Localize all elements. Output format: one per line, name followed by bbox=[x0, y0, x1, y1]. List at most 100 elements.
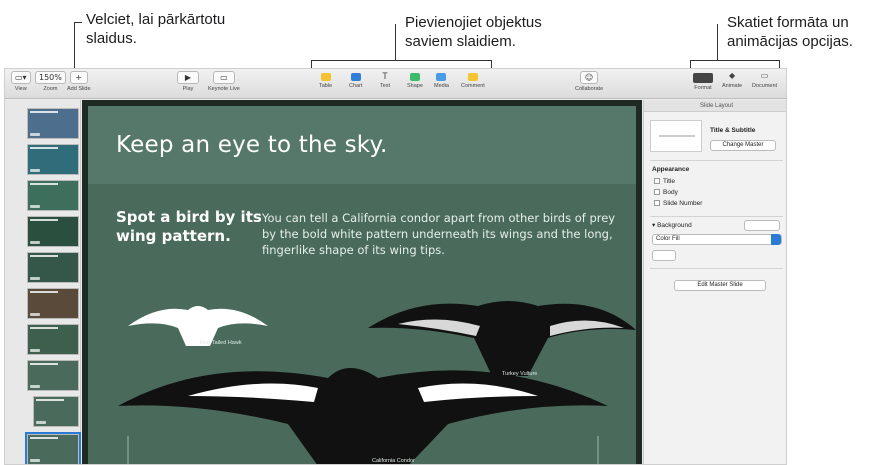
shape-label: Shape bbox=[407, 83, 423, 89]
edit-master-slide-button[interactable]: Edit Master Slide bbox=[674, 280, 766, 291]
keynote-live-button[interactable]: ▭ Keynote Live bbox=[208, 71, 240, 92]
chart-icon bbox=[350, 73, 361, 81]
select-arrow-icon bbox=[771, 234, 781, 245]
change-master-button[interactable]: Change Master bbox=[710, 140, 776, 151]
title-option[interactable]: Title bbox=[654, 178, 675, 185]
callout-add-pointer-v bbox=[395, 24, 396, 60]
table-label: Table bbox=[319, 83, 333, 89]
body-option[interactable]: Body bbox=[654, 189, 678, 196]
callout-add-objects-line1: Pievienojiet objektus bbox=[405, 14, 542, 31]
chart-label: Chart bbox=[349, 83, 363, 89]
media-button[interactable]: Media bbox=[434, 71, 449, 89]
screenshot-root: Velciet, lai pārkārtotu slaidus. Pievien… bbox=[0, 0, 879, 465]
vulture-label: Turkey Vulture bbox=[502, 371, 538, 377]
format-label: Format bbox=[694, 85, 712, 91]
callout-reorder: Velciet, lai pārkārtotu slaidus. bbox=[86, 10, 225, 48]
callout-reorder-line1: Velciet, lai pārkārtotu bbox=[86, 11, 226, 28]
title-checkbox[interactable] bbox=[654, 178, 660, 184]
divider bbox=[650, 268, 783, 269]
slide-number-checkbox[interactable] bbox=[654, 200, 660, 206]
callout-add-objects-line2: saviem slaidiem. bbox=[405, 33, 516, 50]
text-label: Text bbox=[380, 83, 391, 89]
slide-thumbnail[interactable] bbox=[27, 252, 79, 283]
callout-format-line1: Skatiet formāta un bbox=[727, 14, 849, 31]
table-button[interactable]: Table bbox=[319, 71, 332, 89]
table-icon bbox=[320, 73, 331, 81]
background-label: Background bbox=[657, 222, 692, 229]
zoom-control[interactable]: 150% Zoom bbox=[35, 71, 66, 92]
shape-icon bbox=[409, 73, 420, 81]
add-slide-button[interactable]: + Add Slide bbox=[67, 71, 91, 92]
callout-format-pointer-v bbox=[717, 24, 718, 60]
collaborate-icon: ☺ bbox=[580, 71, 599, 84]
comment-icon bbox=[467, 73, 478, 81]
condor-silhouette bbox=[118, 368, 608, 464]
body-checkbox[interactable] bbox=[654, 189, 660, 195]
animate-label: Animate bbox=[722, 83, 743, 89]
play-button[interactable]: ▶ Play bbox=[177, 71, 199, 92]
callout-add-pointer-h bbox=[311, 60, 492, 61]
document-label: Document bbox=[752, 83, 778, 89]
collaborate-label: Collaborate bbox=[575, 86, 604, 92]
callout-reorder-line2: slaidus. bbox=[86, 30, 137, 47]
appearance-heading: Appearance bbox=[652, 166, 690, 173]
chart-button[interactable]: Chart bbox=[349, 71, 362, 89]
slide-navigator[interactable] bbox=[5, 100, 81, 464]
callout-add-pointer-r bbox=[491, 60, 492, 68]
slide-thumbnail[interactable] bbox=[27, 360, 79, 391]
plus-icon: + bbox=[69, 71, 88, 84]
callout-format-pointer-r bbox=[779, 60, 780, 68]
play-icon: ▶ bbox=[177, 71, 199, 84]
fill-type-select[interactable]: Color Fill bbox=[652, 234, 782, 245]
callout-format: Skatiet formāta un animācijas opcijas. bbox=[727, 13, 853, 51]
animate-button[interactable]: ◆ Animate bbox=[722, 71, 742, 89]
play-label: Play bbox=[182, 86, 194, 92]
comment-button[interactable]: Comment bbox=[461, 71, 485, 89]
callout-add-pointer-l bbox=[311, 60, 312, 68]
slide-thumbnail[interactable] bbox=[33, 396, 79, 427]
slide-thumbnail[interactable] bbox=[27, 216, 79, 247]
divider bbox=[650, 216, 783, 217]
hawk-silhouette bbox=[128, 306, 268, 346]
slide-number-option[interactable]: Slide Number bbox=[654, 200, 702, 207]
title-option-label: Title bbox=[663, 178, 676, 185]
keynote-live-icon: ▭ bbox=[212, 71, 235, 84]
callout-reorder-pointer-tick bbox=[74, 22, 82, 23]
view-button[interactable]: ▭▾ View bbox=[11, 71, 31, 92]
layout-name: Title & Subtitle bbox=[710, 127, 756, 134]
slide-thumbnail[interactable] bbox=[27, 180, 79, 211]
media-icon bbox=[436, 73, 447, 81]
document-button[interactable]: ▭ Document bbox=[752, 71, 777, 89]
fill-color-swatch[interactable] bbox=[652, 250, 676, 261]
slide-number-label: Slide Number bbox=[663, 200, 703, 207]
slide-thumbnail-selected[interactable] bbox=[25, 432, 81, 464]
comment-label: Comment bbox=[461, 83, 485, 89]
zoom-label: Zoom bbox=[43, 86, 58, 92]
slide-canvas[interactable]: Keep an eye to the sky. Spot a bird by i… bbox=[82, 100, 642, 465]
fill-type-value: Color Fill bbox=[656, 236, 680, 242]
slide-thumbnail[interactable] bbox=[27, 144, 79, 175]
callout-add-objects: Pievienojiet objektus saviem slaidiem. bbox=[405, 13, 542, 51]
format-button[interactable]: Format bbox=[693, 71, 713, 91]
condor-label: California Condor bbox=[372, 458, 415, 464]
collaborate-button[interactable]: ☺ Collaborate bbox=[575, 71, 603, 92]
slide-thumbnail[interactable] bbox=[27, 108, 79, 139]
animate-icon: ◆ bbox=[729, 71, 736, 80]
text-button[interactable]: T Text bbox=[380, 71, 390, 89]
master-thumbnail[interactable] bbox=[650, 120, 702, 152]
background-color-well[interactable] bbox=[744, 220, 780, 231]
slide-thumbnail[interactable] bbox=[27, 288, 79, 319]
document-icon: ▭ bbox=[760, 71, 769, 80]
shape-button[interactable]: Shape bbox=[407, 71, 423, 89]
tab-slide-layout[interactable]: Slide Layout bbox=[644, 100, 786, 112]
format-icon bbox=[693, 73, 713, 83]
view-icon: ▭▾ bbox=[11, 71, 31, 84]
keynote-window: ▭▾ View 150% Zoom + Add Slide ▶ Play ▭ K… bbox=[4, 68, 787, 465]
bird-illustrations[interactable] bbox=[88, 106, 636, 465]
current-slide[interactable]: Keep an eye to the sky. Spot a bird by i… bbox=[88, 106, 636, 465]
background-heading[interactable]: ▾ Background bbox=[652, 221, 692, 229]
vulture-silhouette bbox=[368, 301, 636, 376]
callout-format-line2: animācijas opcijas. bbox=[727, 33, 853, 50]
slide-thumbnail[interactable] bbox=[27, 324, 79, 355]
hawk-label: Red-Tailed Hawk bbox=[200, 340, 242, 346]
